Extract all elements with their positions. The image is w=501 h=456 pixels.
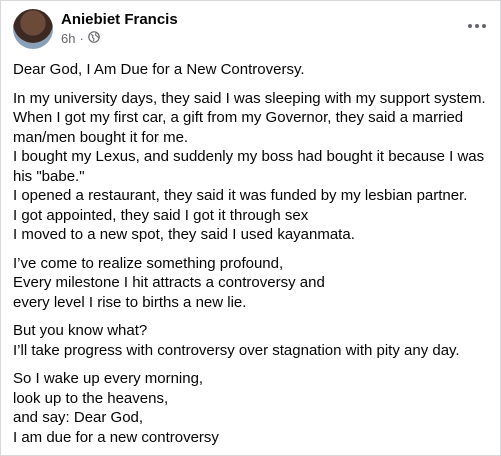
post-text-line: I’ve come to realize something profound, (13, 254, 284, 272)
post-text-line: When I got my first car, a gift from my … (13, 109, 464, 126)
post-paragraph: Dear God, I Am Due for a New Controversy… (13, 60, 488, 80)
author-avatar[interactable] (13, 9, 53, 49)
post-text-line: I opened a restaurant, they said it was … (13, 187, 468, 204)
post-paragraph: So I wake up every morning, look up to th… (13, 369, 488, 447)
post-text-line: I moved to a new spot, they said I used … (13, 226, 355, 243)
post-text-line: Dear God, I Am Due for a New Controversy… (13, 61, 305, 78)
post-text-line: I got appointed, they said I got it thro… (13, 206, 309, 224)
post-text-line: his "babe." (13, 167, 85, 185)
post-text-line: and say: Dear God, (13, 409, 144, 426)
globe-icon[interactable] (88, 31, 100, 47)
post-timestamp[interactable]: 6h (61, 31, 75, 47)
post-header: Aniebiet Francis 6h · (13, 9, 488, 51)
more-options-icon[interactable] (466, 15, 488, 37)
post-text-line: So I wake up every morning, (13, 370, 204, 387)
post-body: Dear God, I Am Due for a New Controversy… (13, 60, 488, 456)
post-text-line: But you know what? (13, 322, 148, 339)
post-paragraph: But you know what? I’ll take progress wit… (13, 321, 488, 360)
post-paragraph: I’ve come to realize something profound,… (13, 254, 488, 313)
post-card: Aniebiet Francis 6h · Dear God, I Am Due… (0, 0, 501, 456)
meta-separator: · (79, 31, 84, 46)
post-text-line: I’ll take progress with controversy over… (13, 341, 460, 359)
post-text-line: In my university days, they said I was s… (13, 89, 486, 107)
post-text-line: I bought my Lexus, and suddenly my boss … (13, 148, 485, 165)
post-text-line: Every milestone I hit attracts a controv… (13, 274, 325, 291)
post-paragraph: In my university days, they said I was s… (13, 89, 488, 245)
post-text-line: look up to the heavens, (13, 389, 169, 407)
post-text-line: I am due for a new controversy (13, 428, 219, 446)
post-text-line: man/men bought it for me. (13, 128, 189, 146)
post-meta: 6h · (61, 31, 100, 47)
author-name[interactable]: Aniebiet Francis (61, 11, 178, 29)
post-text-line: every level I rise to births a new lie. (13, 293, 247, 311)
